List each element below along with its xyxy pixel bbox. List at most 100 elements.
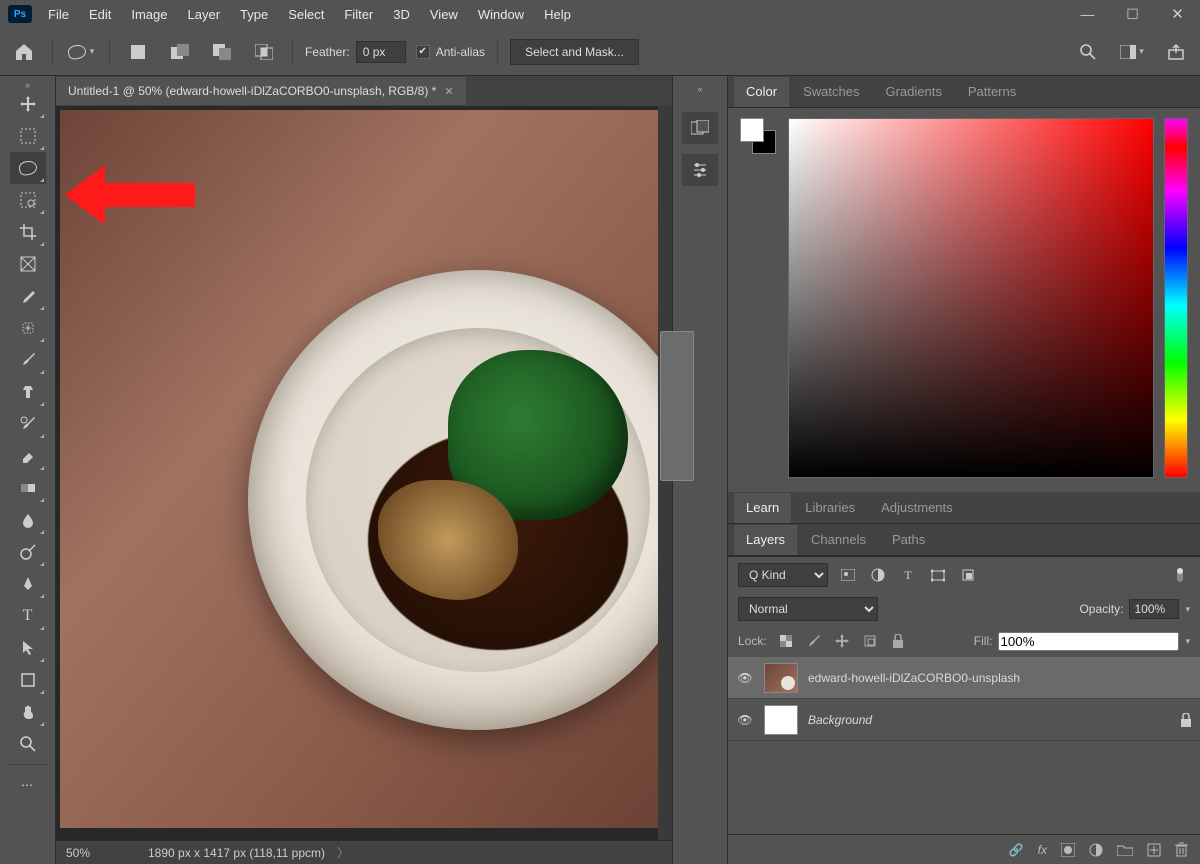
- document-tab[interactable]: Untitled-1 @ 50% (edward-howell-iDlZaCOR…: [56, 77, 466, 105]
- zoom-level[interactable]: 50%: [66, 846, 136, 860]
- color-field[interactable]: [788, 118, 1154, 478]
- layer-name[interactable]: edward-howell-iDlZaCORBO0-unsplash: [808, 671, 1020, 685]
- blur-tool[interactable]: [10, 504, 46, 536]
- tab-adjustments[interactable]: Adjustments: [869, 493, 965, 523]
- eyedropper-tool[interactable]: [10, 280, 46, 312]
- filter-type-icon[interactable]: T: [898, 565, 918, 585]
- menu-select[interactable]: Select: [278, 1, 334, 28]
- edit-toolbar[interactable]: ⋯: [10, 769, 46, 801]
- properties-panel-icon[interactable]: [682, 154, 718, 186]
- type-tool[interactable]: T: [10, 600, 46, 632]
- hue-slider[interactable]: [1164, 118, 1188, 478]
- select-and-mask-button[interactable]: Select and Mask...: [510, 39, 639, 65]
- layer-thumbnail[interactable]: [764, 663, 798, 693]
- menu-3d[interactable]: 3D: [383, 1, 420, 28]
- brush-tool[interactable]: [10, 344, 46, 376]
- filter-pixel-icon[interactable]: [838, 565, 858, 585]
- close-tab-icon[interactable]: ✕: [444, 85, 453, 98]
- tool-preset[interactable]: ▾: [65, 36, 97, 68]
- add-selection-icon[interactable]: [164, 36, 196, 68]
- tab-channels[interactable]: Channels: [799, 525, 878, 555]
- share-icon[interactable]: [1160, 36, 1192, 68]
- dodge-tool[interactable]: [10, 536, 46, 568]
- tab-paths[interactable]: Paths: [880, 525, 937, 555]
- minimize-button[interactable]: —: [1065, 0, 1110, 28]
- layer-row[interactable]: 👁 edward-howell-iDlZaCORBO0-unsplash: [728, 657, 1200, 699]
- eraser-tool[interactable]: [10, 440, 46, 472]
- vertical-scrollbar[interactable]: [658, 106, 672, 840]
- tab-layers[interactable]: Layers: [734, 525, 797, 555]
- menu-edit[interactable]: Edit: [79, 1, 121, 28]
- shape-tool[interactable]: [10, 664, 46, 696]
- tab-gradients[interactable]: Gradients: [873, 77, 953, 107]
- filter-smart-icon[interactable]: [958, 565, 978, 585]
- gradient-tool[interactable]: [10, 472, 46, 504]
- group-icon[interactable]: [1117, 844, 1133, 856]
- subtract-selection-icon[interactable]: [206, 36, 238, 68]
- menu-image[interactable]: Image: [121, 1, 177, 28]
- lock-move-icon[interactable]: [833, 632, 851, 650]
- lock-artboard-icon[interactable]: [861, 632, 879, 650]
- document-area: Untitled-1 @ 50% (edward-howell-iDlZaCOR…: [56, 76, 672, 864]
- tab-color[interactable]: Color: [734, 77, 789, 107]
- filter-adjust-icon[interactable]: [868, 565, 888, 585]
- visibility-icon[interactable]: 👁: [736, 713, 754, 727]
- new-selection-icon[interactable]: [122, 36, 154, 68]
- intersect-selection-icon[interactable]: [248, 36, 280, 68]
- tab-learn[interactable]: Learn: [734, 493, 791, 523]
- clone-tool[interactable]: [10, 376, 46, 408]
- quick-select-tool[interactable]: [10, 184, 46, 216]
- fg-bg-swatch[interactable]: [740, 118, 776, 154]
- search-icon[interactable]: [1072, 36, 1104, 68]
- menu-layer[interactable]: Layer: [178, 1, 231, 28]
- layer-mask-icon[interactable]: [1061, 843, 1075, 857]
- move-tool[interactable]: [10, 88, 46, 120]
- feather-input[interactable]: [356, 41, 406, 63]
- history-brush-tool[interactable]: [10, 408, 46, 440]
- menu-filter[interactable]: Filter: [334, 1, 383, 28]
- menu-help[interactable]: Help: [534, 1, 581, 28]
- crop-tool[interactable]: [10, 216, 46, 248]
- marquee-tool[interactable]: [10, 120, 46, 152]
- tab-swatches[interactable]: Swatches: [791, 77, 871, 107]
- history-panel-icon[interactable]: [682, 112, 718, 144]
- tab-libraries[interactable]: Libraries: [793, 493, 867, 523]
- healing-tool[interactable]: [10, 312, 46, 344]
- blend-mode-select[interactable]: Normal: [738, 597, 878, 621]
- menu-window[interactable]: Window: [468, 1, 534, 28]
- menu-view[interactable]: View: [420, 1, 468, 28]
- options-bar: ▾ Feather: ✔ Anti-alias Select and Mask.…: [0, 28, 1200, 76]
- home-button[interactable]: [8, 36, 40, 68]
- layer-name[interactable]: Background: [808, 713, 872, 727]
- frame-tool[interactable]: [10, 248, 46, 280]
- maximize-button[interactable]: ☐: [1110, 0, 1155, 28]
- menu-type[interactable]: Type: [230, 1, 278, 28]
- link-layers-icon[interactable]: 🔗: [1009, 843, 1024, 857]
- opacity-input[interactable]: [1129, 599, 1179, 619]
- tab-patterns[interactable]: Patterns: [956, 77, 1028, 107]
- filter-toggle[interactable]: [1170, 565, 1190, 585]
- zoom-tool[interactable]: [10, 728, 46, 760]
- lock-brush-icon[interactable]: [805, 632, 823, 650]
- antialias-checkbox[interactable]: ✔: [416, 45, 430, 59]
- pen-tool[interactable]: [10, 568, 46, 600]
- new-layer-icon[interactable]: [1147, 843, 1161, 857]
- close-button[interactable]: ✕: [1155, 0, 1200, 28]
- path-select-tool[interactable]: [10, 632, 46, 664]
- canvas[interactable]: [56, 106, 672, 840]
- layer-row[interactable]: 👁 Background: [728, 699, 1200, 741]
- hand-tool[interactable]: [10, 696, 46, 728]
- workspace-switcher[interactable]: ▾: [1116, 36, 1148, 68]
- trash-icon[interactable]: [1175, 842, 1188, 857]
- lock-pixels-icon[interactable]: [777, 632, 795, 650]
- layer-thumbnail[interactable]: [764, 705, 798, 735]
- lock-all-icon[interactable]: [889, 632, 907, 650]
- visibility-icon[interactable]: 👁: [736, 671, 754, 685]
- menu-file[interactable]: File: [38, 1, 79, 28]
- fill-input[interactable]: [998, 632, 1179, 651]
- adjustment-layer-icon[interactable]: [1089, 843, 1103, 857]
- layer-fx-icon[interactable]: fx: [1038, 843, 1047, 857]
- lasso-tool[interactable]: [10, 152, 46, 184]
- filter-shape-icon[interactable]: [928, 565, 948, 585]
- layer-filter-kind[interactable]: Q Kind: [738, 563, 828, 587]
